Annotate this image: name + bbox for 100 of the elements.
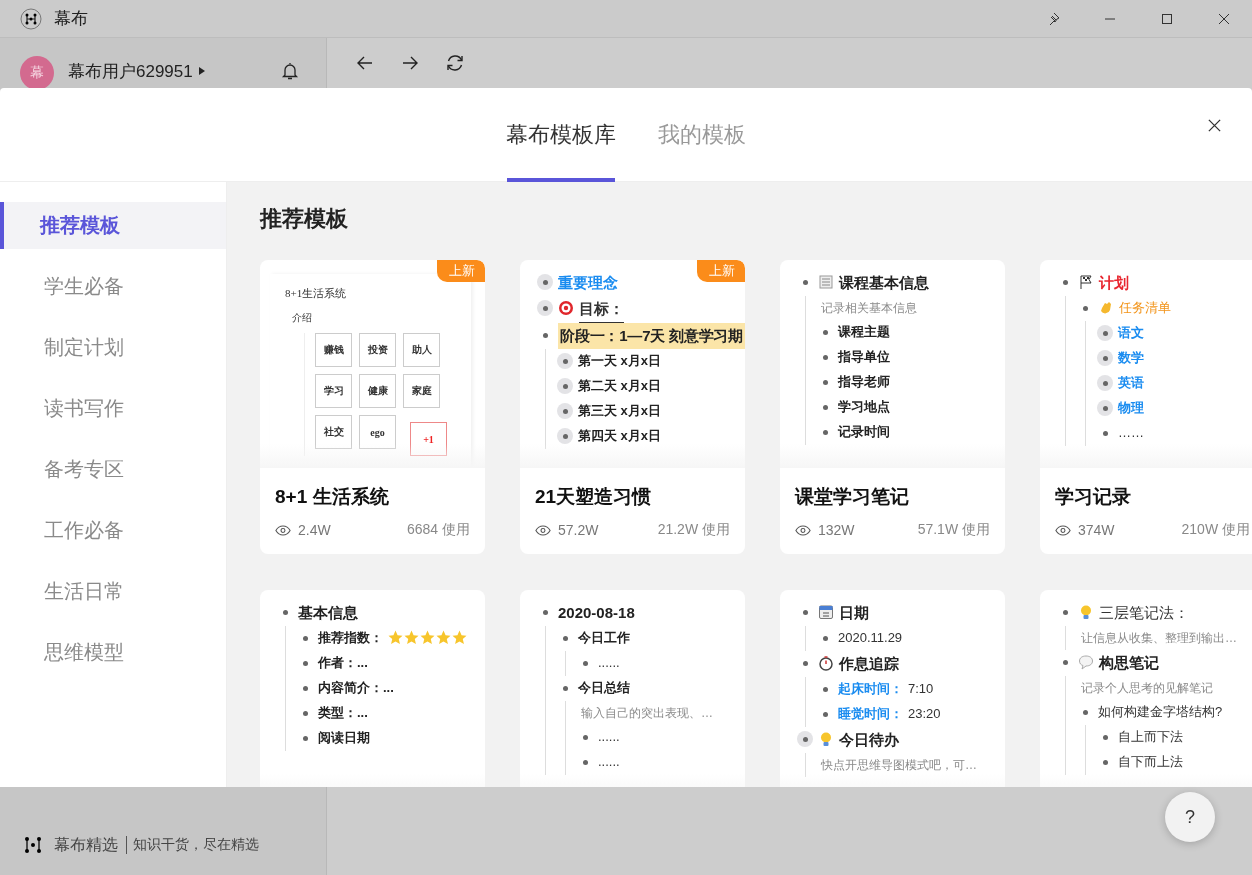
card-title: 课堂学习笔记 [795,485,910,509]
collapsed-bullet-icon[interactable] [1097,325,1113,341]
user-name[interactable]: 幕布用户629951 [68,59,193,83]
outline-text: 任务清单 [1119,299,1171,317]
thought-bubble-icon [1078,654,1094,670]
collapsed-bullet-icon[interactable] [537,300,553,316]
section-title: 推荐模板 [260,205,349,233]
outline-text: 作息追踪 [839,654,899,674]
window-title: 幕布 [54,8,88,30]
outline-text: 2020-08-18 [558,603,635,623]
close-icon[interactable] [1207,118,1222,133]
outline-text: 语文 [1118,324,1144,342]
outline-text: ...... [598,654,620,672]
template-card[interactable]: 基本信息 推荐指数： 作者：... 内容简介：... 类型：... 阅读日期 [260,590,485,787]
collapsed-bullet-icon[interactable] [557,353,573,369]
collapsed-bullet-icon[interactable] [1097,400,1113,416]
app-logo-icon [20,7,42,30]
template-card[interactable]: 三层笔记法： 让信息从收集、整理到输出… 构思笔记 记录个人思考的见解笔记 如何构建金字塔结构? 自上而下法 自下而上法 [1040,590,1252,787]
refresh-icon[interactable] [445,53,465,73]
outline-text: 23:20 [908,705,941,723]
collapsed-bullet-icon[interactable] [797,731,813,747]
dialog-tab[interactable]: 幕布模板库 [504,88,618,181]
eye-icon [275,524,291,536]
outline-text: 推荐指数： [318,629,383,647]
grid-cell: 家庭 [403,374,440,408]
outline-text: 今日工作 [578,629,630,647]
outline-text: 阶段一：1—7天 刻意学习期 [558,323,745,349]
outline-text: 三层笔记法： [1099,603,1189,623]
eye-icon [535,524,551,536]
grid-cell: 助人 [403,333,440,367]
outline-text: 2020.11.29 [838,629,903,647]
category-item[interactable]: 推荐模板 [0,202,226,249]
outline-text: 第四天 x月x日 [578,427,662,445]
document-title: 8+1生活系统 [284,286,348,301]
outline-text: 构思笔记 [1099,653,1159,673]
outline-text: 第二天 x月x日 [578,377,662,395]
use-count: 57.1W 使用 [917,521,990,539]
outline-note: 让信息从收集、整理到输出… [1080,630,1238,647]
hand-icon [1098,300,1114,316]
outline-text: 自下而上法 [1118,753,1183,771]
outline-text: …… [1118,424,1144,442]
help-button[interactable]: ? [1165,792,1215,842]
use-count: 21.2W 使用 [657,521,730,539]
grid-cell: 学习 [315,374,352,408]
outline-text: 第一天 x月x日 [578,352,662,370]
flag-icon [1078,274,1094,290]
outline-text: ...... [598,753,620,771]
calendar-icon [818,604,834,620]
star-icon [452,630,467,645]
outline-note: 快点开思维导图模式吧，可… [820,757,978,774]
document-icon [818,274,834,290]
lightbulb-icon [1078,604,1094,620]
outline-text: 阅读日期 [318,729,370,747]
outline-text: 重要理念 [558,273,618,293]
outline-note: 输入自己的突出表现、… [580,705,714,722]
outline-text: 日期 [839,603,869,623]
template-card[interactable]: 计划 任务清单 语文 数学 英语 物理 …… 学习记录 374W 210W 使用 [1040,260,1252,554]
template-card[interactable]: 8+1生活系统 介绍 赚钱 投资 助人 学习 健康 家庭 社交 ego +1 上新 8+1 生活系统 2.4W 6684 使用 [260,260,485,554]
grid-cell: 健康 [359,374,396,408]
collapsed-bullet-icon[interactable] [1097,375,1113,391]
outline-text: 计划 [1099,273,1129,293]
document-item: 介绍 [291,311,313,325]
slogan-text: 知识干货，尽在精选 [133,836,259,854]
star-icon [404,630,419,645]
outline-text: 自上而下法 [1118,728,1183,746]
outline-text: 类型：... [318,704,368,722]
category-item[interactable]: 生活日常 [0,568,226,615]
template-card[interactable]: 课程基本信息 记录相关基本信息 课程主题 指导单位 指导老师 学习地点 记录时间 课堂学习笔记 132W 57.1W 使用 [780,260,1005,554]
outline-text: 今日总结 [578,679,630,697]
use-count: 210W 使用 [1181,521,1250,539]
category-item[interactable]: 制定计划 [0,324,226,371]
view-count: 374W [1078,522,1115,538]
target-icon [558,300,574,316]
collapsed-bullet-icon[interactable] [1097,350,1113,366]
outline-text: 第三天 x月x日 [578,402,662,420]
outline-text: 记录时间 [838,423,890,441]
outline-text: 7:10 [908,680,934,698]
outline-text: 课程基本信息 [839,273,929,293]
template-card[interactable]: 日期 2020.11.29 作息追踪 起床时间： 7:10 睡觉时间： 23:20 今日待办 快点开思维导图模式吧，可… [780,590,1005,787]
maximize-icon[interactable] [1159,11,1174,26]
collapsed-bullet-icon[interactable] [557,378,573,394]
grid-cell: +1 [410,422,447,456]
outline-text: ...... [598,728,620,746]
brand-name[interactable]: 幕布精选 [54,836,127,854]
outline-text: 基本信息 [298,603,358,623]
lightbulb-icon [818,731,834,747]
card-title: 8+1 生活系统 [275,485,390,509]
caret-icon[interactable] [198,67,205,75]
category-item[interactable]: 思维模型 [0,629,226,676]
star-icon [420,630,435,645]
outline-text: 作者：... [318,654,368,672]
stopwatch-icon [818,655,834,671]
collapsed-bullet-icon[interactable] [557,403,573,419]
template-card[interactable]: 2020-08-18 今日工作 ...... 今日总结 输入自己的突出表现、… ...... ...... [520,590,745,787]
collapsed-bullet-icon[interactable] [557,428,573,444]
close-icon[interactable] [1216,11,1231,26]
collapsed-bullet-icon[interactable] [537,274,553,290]
bell-icon[interactable] [280,61,300,81]
template-card[interactable]: 重要理念 目标： 阶段一：1—7天 刻意学习期 第一天 x月x日 第二天 x月x日 第三天 x月x日 第四天 x月x日 上新 21天塑造习惯 57.2W 21.2W 使用 [520,260,745,554]
outline-text: 数学 [1118,349,1144,367]
